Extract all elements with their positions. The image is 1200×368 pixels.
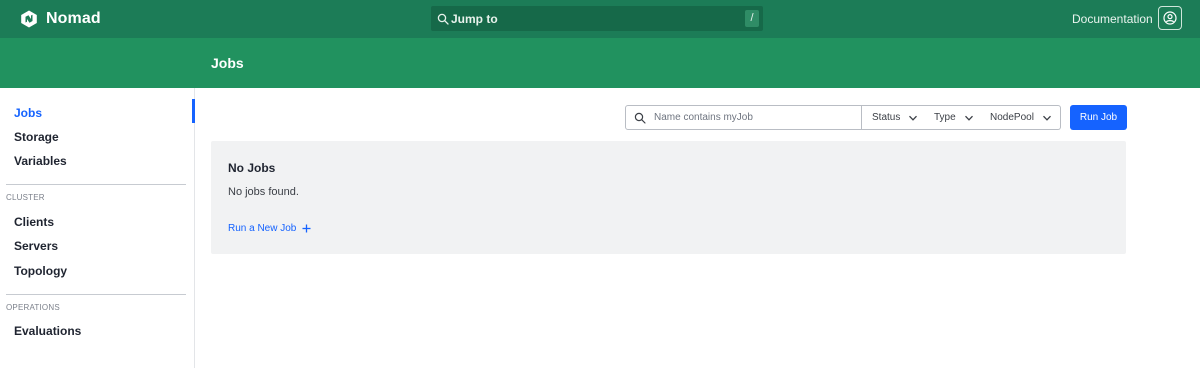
chevron-down-icon xyxy=(909,115,918,121)
sidebar-item-clients[interactable]: Clients xyxy=(14,215,54,229)
type-filter-dropdown[interactable]: Type xyxy=(924,105,983,130)
sidebar-section-cluster: CLUSTER xyxy=(6,193,45,202)
empty-state: No Jobs No jobs found. Run a New Job xyxy=(211,141,1126,254)
jump-shortcut-key: / xyxy=(745,10,759,27)
empty-state-title: No Jobs xyxy=(228,161,276,175)
type-filter-label: Type xyxy=(934,112,956,123)
brand[interactable]: Nomad xyxy=(20,9,101,29)
sidebar-section-operations: OPERATIONS xyxy=(6,303,60,312)
nodepool-filter-label: NodePool xyxy=(990,112,1034,123)
brand-name: Nomad xyxy=(46,10,101,27)
sidebar-item-servers[interactable]: Servers xyxy=(14,239,58,253)
run-job-button[interactable]: Run Job xyxy=(1070,105,1127,130)
sidebar-item-variables[interactable]: Variables xyxy=(14,154,67,168)
status-filter-label: Status xyxy=(872,112,901,123)
plus-icon xyxy=(302,224,311,233)
job-search[interactable] xyxy=(625,105,862,130)
user-circle-icon xyxy=(1163,11,1177,25)
jump-to-label: Jump to xyxy=(451,11,498,26)
empty-state-message: No jobs found. xyxy=(228,186,299,198)
search-input[interactable] xyxy=(654,112,854,123)
search-icon xyxy=(634,112,646,124)
sidebar: Jobs Storage Variables CLUSTER Clients S… xyxy=(0,88,195,368)
page-title: Jobs xyxy=(211,55,244,71)
documentation-link[interactable]: Documentation xyxy=(1072,12,1153,26)
status-filter-dropdown[interactable]: Status xyxy=(862,105,928,130)
sidebar-item-storage[interactable]: Storage xyxy=(14,130,59,144)
run-new-job-label: Run a New Job xyxy=(228,223,297,234)
sidebar-item-topology[interactable]: Topology xyxy=(14,264,67,278)
jump-to-search[interactable]: Jump to / xyxy=(431,6,763,31)
nodepool-filter-dropdown[interactable]: NodePool xyxy=(980,105,1061,130)
active-indicator xyxy=(192,99,195,123)
sidebar-divider xyxy=(6,294,186,295)
page-header: Jobs xyxy=(0,38,1200,88)
top-nav: Nomad Jump to / Documentation xyxy=(0,0,1200,38)
chevron-down-icon xyxy=(964,115,973,121)
sidebar-item-jobs[interactable]: Jobs xyxy=(14,106,42,120)
sidebar-divider xyxy=(6,184,186,185)
chevron-down-icon xyxy=(1042,115,1051,121)
user-menu-button[interactable] xyxy=(1158,6,1182,30)
run-new-job-link[interactable]: Run a New Job xyxy=(228,223,311,234)
search-icon xyxy=(437,13,449,25)
sidebar-item-evaluations[interactable]: Evaluations xyxy=(14,324,81,338)
nomad-logo-icon xyxy=(21,10,37,28)
